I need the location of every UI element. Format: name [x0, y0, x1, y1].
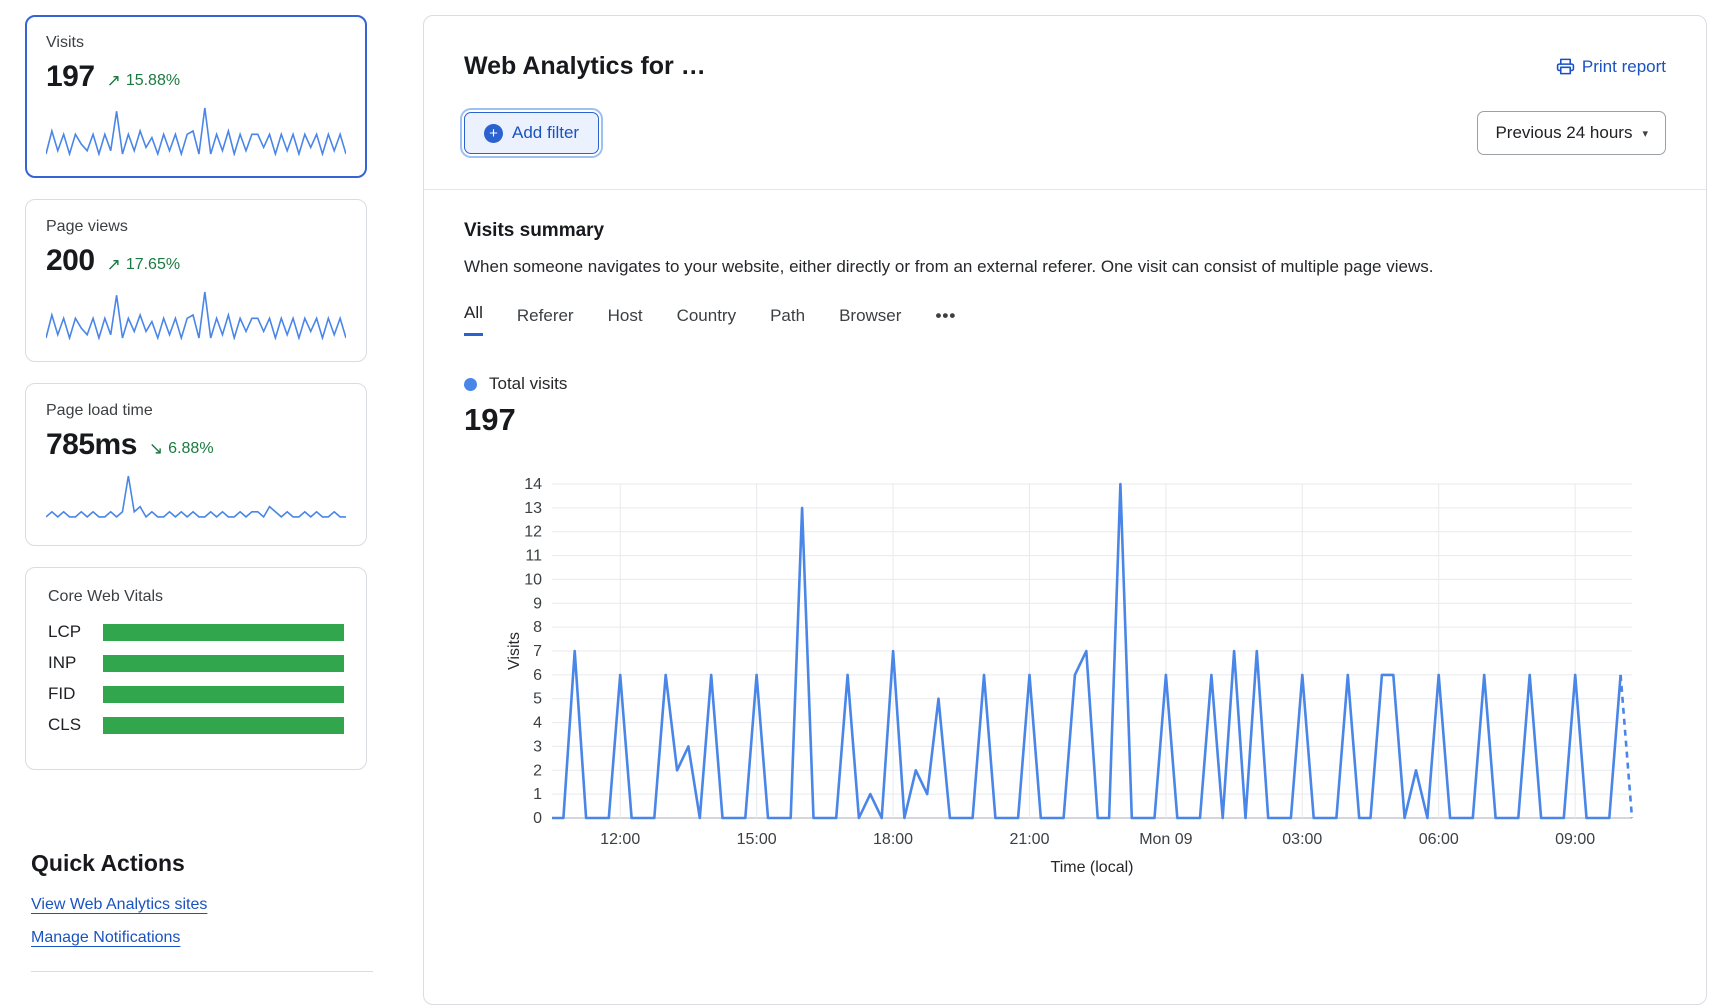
- cwv-metric-label: LCP: [48, 622, 103, 642]
- metric-label: Page views: [46, 218, 346, 236]
- metric-card-page-load-time[interactable]: Page load time 785ms ↘ 6.88%: [25, 383, 367, 546]
- quick-action-link[interactable]: Manage Notifications: [31, 930, 180, 946]
- svg-text:21:00: 21:00: [1009, 831, 1049, 848]
- page-load-sparkline: [46, 472, 346, 524]
- legend-label: Total visits: [489, 374, 567, 394]
- divider: [31, 971, 373, 972]
- summary-description: When someone navigates to your website, …: [464, 257, 1666, 277]
- visits-sparkline: [46, 104, 346, 156]
- quick-action-link[interactable]: View Web Analytics sites: [31, 897, 207, 913]
- metric-delta: ↗ 17.65%: [107, 255, 181, 275]
- summary-title: Visits summary: [464, 220, 1666, 242]
- time-range-label: Previous 24 hours: [1495, 123, 1632, 143]
- svg-text:06:00: 06:00: [1419, 831, 1459, 848]
- line-chart-svg: 0123456789101112131412:0015:0018:0021:00…: [506, 472, 1646, 880]
- add-filter-label: Add filter: [512, 123, 579, 143]
- quick-actions: Quick Actions View Web Analytics sites Ma…: [25, 850, 367, 972]
- cwv-metric-label: CLS: [48, 715, 103, 735]
- quick-actions-title: Quick Actions: [31, 850, 367, 877]
- cwv-metric-bar: [103, 686, 344, 703]
- svg-text:1: 1: [533, 786, 542, 803]
- quick-actions-links: View Web Analytics sites Manage Notificat…: [31, 897, 367, 963]
- svg-text:11: 11: [525, 548, 542, 565]
- svg-text:6: 6: [533, 667, 542, 684]
- svg-text:3: 3: [533, 738, 542, 755]
- svg-text:12: 12: [524, 524, 542, 541]
- svg-text:12:00: 12:00: [600, 831, 640, 848]
- time-range-dropdown[interactable]: Previous 24 hours ▾: [1477, 111, 1666, 155]
- metric-value: 785ms: [46, 428, 137, 462]
- delta-percent: 15.88%: [126, 72, 180, 90]
- metric-delta: ↗ 15.88%: [107, 71, 181, 91]
- metric-delta: ↘ 6.88%: [149, 439, 214, 459]
- cwv-metric-bar: [103, 717, 344, 734]
- svg-text:7: 7: [533, 643, 542, 660]
- cwv-row-cls: CLS: [48, 715, 344, 735]
- add-filter-button[interactable]: + Add filter: [464, 112, 599, 154]
- plus-circle-icon: +: [484, 124, 503, 143]
- svg-text:5: 5: [533, 691, 542, 708]
- legend-dot-icon: [464, 378, 477, 391]
- svg-text:09:00: 09:00: [1555, 831, 1595, 848]
- print-report-label: Print report: [1582, 57, 1666, 77]
- cwv-row-inp: INP: [48, 653, 344, 673]
- svg-text:8: 8: [533, 619, 542, 636]
- visits-chart: 0123456789101112131412:0015:0018:0021:00…: [464, 472, 1666, 885]
- svg-text:Mon 09: Mon 09: [1139, 831, 1192, 848]
- svg-text:03:00: 03:00: [1282, 831, 1322, 848]
- cwv-metric-label: INP: [48, 653, 103, 673]
- trend-up-icon: ↗: [107, 71, 121, 91]
- main-panel: Web Analytics for … Print report + Add f…: [423, 15, 1707, 1005]
- delta-percent: 17.65%: [126, 256, 180, 274]
- visits-summary-section: Visits summary When someone navigates to…: [424, 190, 1706, 885]
- summary-tabs: All Referer Host Country Path Browser •••: [464, 303, 1666, 336]
- metric-card-page-views[interactable]: Page views 200 ↗ 17.65%: [25, 199, 367, 362]
- core-web-vitals-card[interactable]: Core Web Vitals LCP INP FID CLS: [25, 567, 367, 770]
- print-report-link[interactable]: Print report: [1556, 57, 1666, 77]
- metric-value: 197: [46, 60, 95, 94]
- sidebar: Visits 197 ↗ 15.88% Page views 200 ↗ 17.…: [25, 15, 367, 972]
- svg-text:0: 0: [533, 810, 542, 827]
- delta-percent: 6.88%: [168, 440, 213, 458]
- trend-up-icon: ↗: [107, 255, 121, 275]
- metric-value: 200: [46, 244, 95, 278]
- trend-down-icon: ↘: [149, 439, 163, 459]
- svg-text:13: 13: [524, 500, 542, 517]
- cwv-metric-label: FID: [48, 684, 103, 704]
- svg-text:18:00: 18:00: [873, 831, 913, 848]
- total-visits-value: 197: [464, 402, 1666, 438]
- metric-label: Visits: [46, 34, 346, 52]
- core-web-vitals-rows: LCP INP FID CLS: [48, 622, 344, 735]
- tab-all[interactable]: All: [464, 303, 483, 336]
- cwv-metric-bar: [103, 655, 344, 672]
- chart-legend: Total visits: [464, 374, 1666, 394]
- tab-referer[interactable]: Referer: [517, 306, 574, 336]
- page-title: Web Analytics for …: [464, 52, 706, 81]
- metric-label: Page load time: [46, 402, 346, 420]
- cwv-row-lcp: LCP: [48, 622, 344, 642]
- svg-text:9: 9: [533, 595, 542, 612]
- svg-text:2: 2: [533, 762, 542, 779]
- tab-more-ellipsis[interactable]: •••: [935, 306, 956, 336]
- core-web-vitals-title: Core Web Vitals: [48, 588, 344, 606]
- cwv-row-fid: FID: [48, 684, 344, 704]
- tab-path[interactable]: Path: [770, 306, 805, 336]
- tab-country[interactable]: Country: [677, 306, 737, 336]
- svg-text:10: 10: [524, 571, 542, 588]
- svg-text:Time (local): Time (local): [1051, 859, 1134, 876]
- svg-text:4: 4: [533, 715, 542, 732]
- page-views-sparkline: [46, 288, 346, 340]
- chevron-down-icon: ▾: [1642, 127, 1648, 140]
- svg-text:Visits: Visits: [506, 632, 523, 670]
- metric-card-visits[interactable]: Visits 197 ↗ 15.88%: [25, 15, 367, 178]
- cwv-metric-bar: [103, 624, 344, 641]
- tab-host[interactable]: Host: [608, 306, 643, 336]
- tab-browser[interactable]: Browser: [839, 306, 901, 336]
- svg-text:14: 14: [524, 476, 542, 493]
- printer-icon: [1556, 57, 1575, 76]
- svg-text:15:00: 15:00: [737, 831, 777, 848]
